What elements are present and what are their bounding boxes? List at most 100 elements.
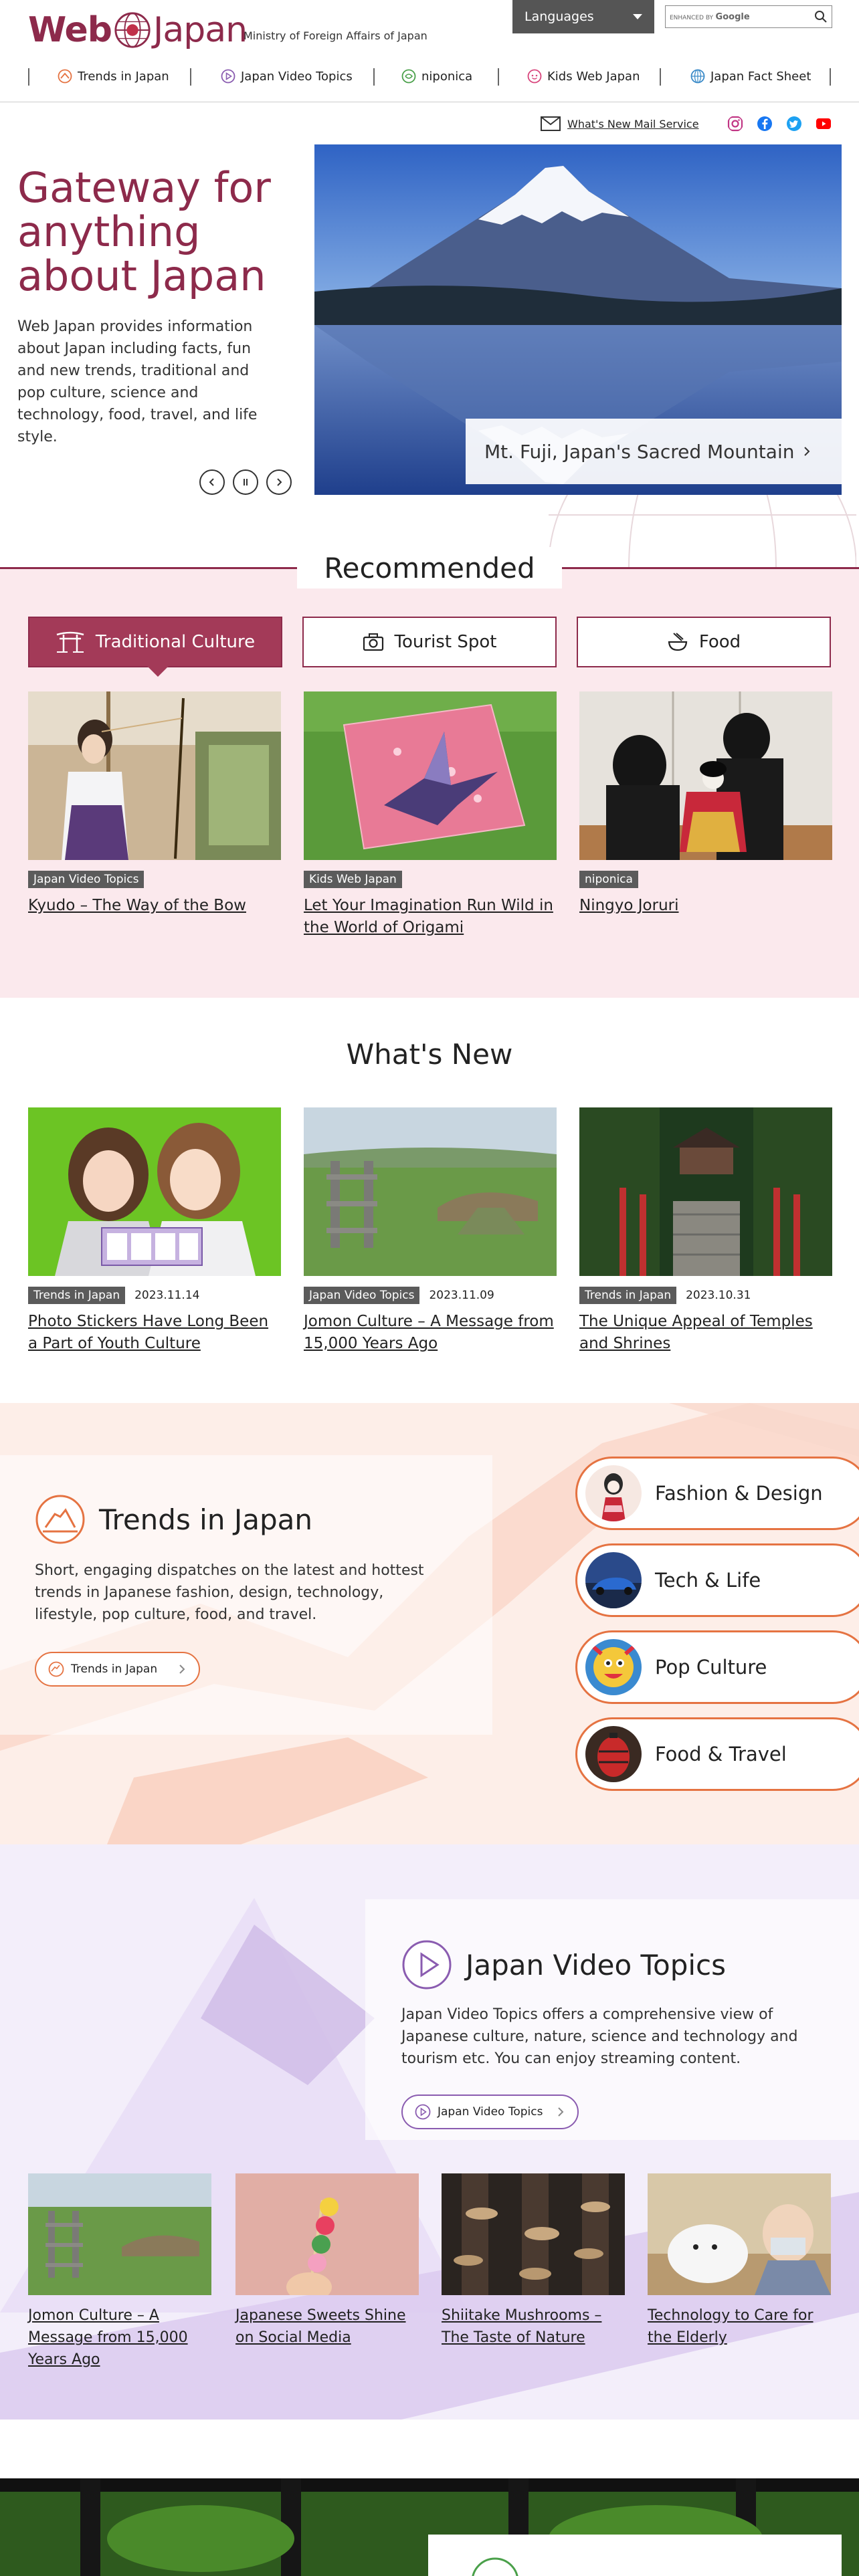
pause-icon xyxy=(244,479,248,486)
recommended-card[interactable]: Japan Video Topics Kyudo – The Way of th… xyxy=(28,691,281,917)
caret-down-icon xyxy=(633,14,642,19)
twitter-icon[interactable] xyxy=(786,116,802,132)
video-topics-description: Japan Video Topics offers a comprehensiv… xyxy=(401,2006,798,2067)
category-pop-culture[interactable]: Pop Culture xyxy=(575,1630,859,1704)
nav-item-niponica[interactable]: niponica xyxy=(401,64,472,88)
shrine-icon xyxy=(56,631,84,653)
card-title[interactable]: The Unique Appeal of Temples and Shrines xyxy=(579,1311,832,1355)
news-card[interactable]: Trends in Japan 2023.10.31 The Unique App… xyxy=(579,1107,832,1355)
tab-label: Food xyxy=(698,632,741,652)
search-icon[interactable] xyxy=(814,10,828,23)
trends-title: Trends in Japan xyxy=(99,1503,312,1536)
play-icon xyxy=(415,2104,431,2120)
card-image xyxy=(28,691,281,860)
video-card[interactable]: Shiitake Mushrooms – The Taste of Nature xyxy=(442,2173,625,2349)
news-card[interactable]: Trends in Japan 2023.11.14 Photo Stickers… xyxy=(28,1107,281,1355)
card-image xyxy=(304,691,557,860)
whats-new-title: What's New xyxy=(346,1038,513,1071)
category-label: Fashion & Design xyxy=(655,1482,823,1505)
card-title[interactable]: Photo Stickers Have Long Been a Part of … xyxy=(28,1311,281,1355)
tab-food[interactable]: Food xyxy=(577,617,831,667)
kyudo-image xyxy=(28,691,281,860)
play-icon xyxy=(402,1940,452,1990)
facebook-icon[interactable] xyxy=(757,116,773,132)
video-card[interactable]: Technology to Care for the Elderly xyxy=(648,2173,831,2349)
instagram-icon[interactable] xyxy=(727,116,743,132)
active-tab-indicator xyxy=(147,666,169,677)
trends-icon xyxy=(58,69,72,84)
fashion-design-thumbnail xyxy=(585,1465,642,1521)
category-label: Food & Travel xyxy=(655,1743,787,1765)
site-logo[interactable]: Web Japan xyxy=(28,7,248,53)
category-food-travel[interactable]: Food & Travel xyxy=(575,1717,859,1791)
search-placeholder: ENHANCED BY Google xyxy=(670,11,750,22)
video-thumbnail xyxy=(28,2173,211,2295)
search-input[interactable]: ENHANCED BY Google xyxy=(665,5,832,28)
hero-caption[interactable]: Mt. Fuji, Japan's Sacred Mountain xyxy=(466,419,842,484)
tab-traditional-culture[interactable]: Traditional Culture xyxy=(28,617,282,667)
video-card[interactable]: Jomon Culture – A Message from 15,000 Ye… xyxy=(28,2173,211,2371)
mail-service-link[interactable]: What's New Mail Service xyxy=(541,116,699,131)
trends-link-button[interactable]: Trends in Japan xyxy=(35,1652,201,1687)
nav-label: Japan Fact Sheet xyxy=(710,69,812,84)
video-title[interactable]: Jomon Culture – A Message from 15,000 Ye… xyxy=(28,2304,211,2371)
card-title[interactable]: Jomon Culture – A Message from 15,000 Ye… xyxy=(304,1311,557,1355)
card-image xyxy=(304,1107,557,1276)
carousel-pause-button[interactable] xyxy=(233,469,258,495)
hero-caption-text: Mt. Fuji, Japan's Sacred Mountain xyxy=(484,440,795,463)
video-thumbnail xyxy=(648,2173,831,2295)
video-title[interactable]: Japanese Sweets Shine on Social Media xyxy=(235,2304,419,2349)
niponica-icon xyxy=(401,69,416,84)
tech-life-thumbnail xyxy=(585,1552,642,1608)
trends-icon xyxy=(48,1661,64,1677)
chevron-right-icon xyxy=(179,1665,185,1674)
nav-item-video-topics[interactable]: Japan Video Topics xyxy=(221,64,353,88)
nav-label: Kids Web Japan xyxy=(547,69,640,84)
ministry-label: Ministry of Foreign Affairs of Japan xyxy=(244,29,427,42)
fact-sheet-icon xyxy=(690,69,705,84)
video-card[interactable]: Japanese Sweets Shine on Social Media xyxy=(235,2173,419,2349)
niponica-intro-panel xyxy=(428,2535,842,2576)
category-badge: niponica xyxy=(579,871,638,888)
card-image xyxy=(579,691,832,860)
video-topics-title: Japan Video Topics xyxy=(466,1948,727,1981)
hero-slide-image[interactable]: Mt. Fuji, Japan's Sacred Mountain xyxy=(314,144,842,495)
video-title[interactable]: Shiitake Mushrooms – The Taste of Nature xyxy=(442,2304,625,2349)
recommended-card[interactable]: Kids Web Japan Let Your Imagination Run … xyxy=(304,691,557,939)
origami-crane-image xyxy=(304,691,557,860)
nav-separator xyxy=(373,68,375,86)
category-badge: Trends in Japan xyxy=(28,1287,126,1304)
nav-separator xyxy=(660,68,661,86)
trends-icon xyxy=(35,1495,85,1544)
main-nav: Trends in Japan Japan Video Topics nipon… xyxy=(0,64,859,88)
category-badge: Trends in Japan xyxy=(579,1287,677,1304)
category-fashion-design[interactable]: Fashion & Design xyxy=(575,1457,859,1530)
carousel-prev-button[interactable] xyxy=(199,469,225,495)
card-title[interactable]: Kyudo – The Way of the Bow xyxy=(28,895,281,917)
category-badge: Japan Video Topics xyxy=(28,871,145,888)
card-title[interactable]: Let Your Imagination Run Wild in the Wor… xyxy=(304,895,557,939)
recommended-title: Recommended xyxy=(324,551,535,584)
chevron-right-icon xyxy=(277,478,282,486)
card-title[interactable]: Ningyo Joruri xyxy=(579,895,832,917)
social-links xyxy=(727,116,832,132)
video-title[interactable]: Technology to Care for the Elderly xyxy=(648,2304,831,2349)
carousel-next-button[interactable] xyxy=(266,469,292,495)
tab-tourist-spot[interactable]: Tourist Spot xyxy=(302,617,557,667)
nav-separator xyxy=(28,68,29,86)
languages-button[interactable]: Languages xyxy=(512,0,654,33)
video-thumbnail xyxy=(235,2173,419,2295)
video-topics-link-button[interactable]: Japan Video Topics xyxy=(401,2095,579,2129)
nav-item-fact-sheet[interactable]: Japan Fact Sheet xyxy=(690,64,811,88)
youtube-icon[interactable] xyxy=(816,116,832,132)
trends-description: Short, engaging dispatches on the latest… xyxy=(35,1562,424,1623)
nav-item-trends[interactable]: Trends in Japan xyxy=(58,64,169,88)
tab-label: Traditional Culture xyxy=(95,632,256,652)
category-tech-life[interactable]: Tech & Life xyxy=(575,1543,859,1617)
news-card[interactable]: Japan Video Topics 2023.11.09 Jomon Cultu… xyxy=(304,1107,557,1355)
carousel-controls xyxy=(199,469,292,495)
nav-label: niponica xyxy=(421,69,473,84)
nav-separator xyxy=(190,68,191,86)
recommended-card[interactable]: niponica Ningyo Joruri xyxy=(579,691,832,917)
nav-item-kids[interactable]: Kids Web Japan xyxy=(527,64,640,88)
